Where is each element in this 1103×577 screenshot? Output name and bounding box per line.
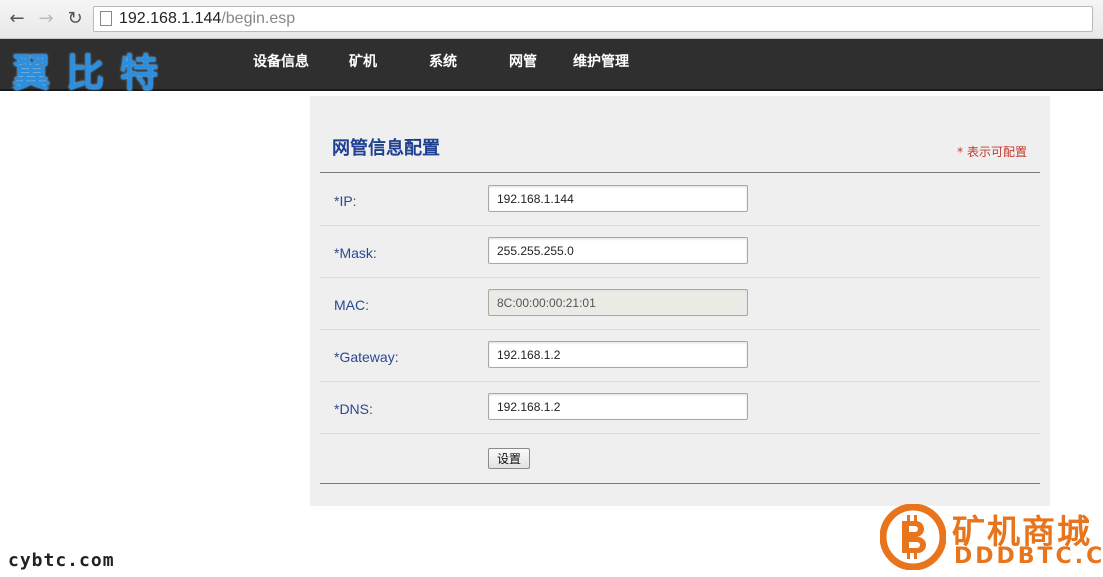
gateway-label: *Gateway: — [334, 349, 399, 365]
nav-item-maintenance[interactable]: 维护管理 — [573, 51, 629, 71]
mask-label: *Mask: — [334, 245, 377, 261]
watermark-domain: DDDBTC.COM — [954, 544, 1103, 569]
form-row-mac: MAC: — [320, 277, 1040, 330]
ip-field[interactable] — [488, 185, 748, 212]
form-row-ip: *IP: — [320, 173, 1040, 226]
set-button[interactable]: 设置 — [488, 448, 530, 469]
watermark-cybtc: cybtc.com — [8, 550, 115, 571]
site-header: 翼比特 设备信息 矿机 系统 网管 维护管理 — [0, 39, 1103, 95]
forward-arrow-icon[interactable]: → — [35, 8, 57, 30]
nav-item-network[interactable]: 网管 — [509, 51, 537, 71]
url-text: 192.168.1.144/begin.esp — [119, 10, 295, 28]
ip-label: *IP: — [334, 193, 357, 209]
mask-field[interactable] — [488, 237, 748, 264]
form-row-gateway: *Gateway: — [320, 329, 1040, 382]
page-icon — [100, 11, 112, 26]
url-host: 192.168.1.144 — [119, 10, 222, 27]
network-config-panel: 网管信息配置 * 表示可配置 *IP: *Mask: MAC: *Gateway… — [310, 96, 1050, 506]
dns-label: *DNS: — [334, 401, 373, 417]
nav-item-system[interactable]: 系统 — [429, 51, 457, 71]
mac-field — [488, 289, 748, 316]
url-path: /begin.esp — [221, 10, 296, 27]
nav-item-miner[interactable]: 矿机 — [349, 51, 377, 71]
divider — [320, 483, 1040, 484]
dns-field[interactable] — [488, 393, 748, 420]
back-arrow-icon[interactable]: ← — [6, 8, 28, 30]
configurable-note: * 表示可配置 — [957, 145, 1027, 159]
nav-item-device-info[interactable]: 设备信息 — [253, 51, 309, 71]
reload-icon[interactable]: ↻ — [64, 8, 86, 30]
browser-toolbar: ← → ↻ 192.168.1.144/begin.esp — [0, 0, 1103, 39]
form-row-dns: *DNS: — [320, 381, 1040, 434]
bitcoin-logo-icon — [880, 504, 946, 570]
address-bar[interactable]: 192.168.1.144/begin.esp — [93, 6, 1093, 32]
mac-label: MAC: — [334, 297, 369, 313]
gateway-field[interactable] — [488, 341, 748, 368]
page-title: 网管信息配置 — [332, 138, 440, 159]
site-logo[interactable]: 翼比特 — [12, 42, 174, 97]
form-row-mask: *Mask: — [320, 225, 1040, 278]
